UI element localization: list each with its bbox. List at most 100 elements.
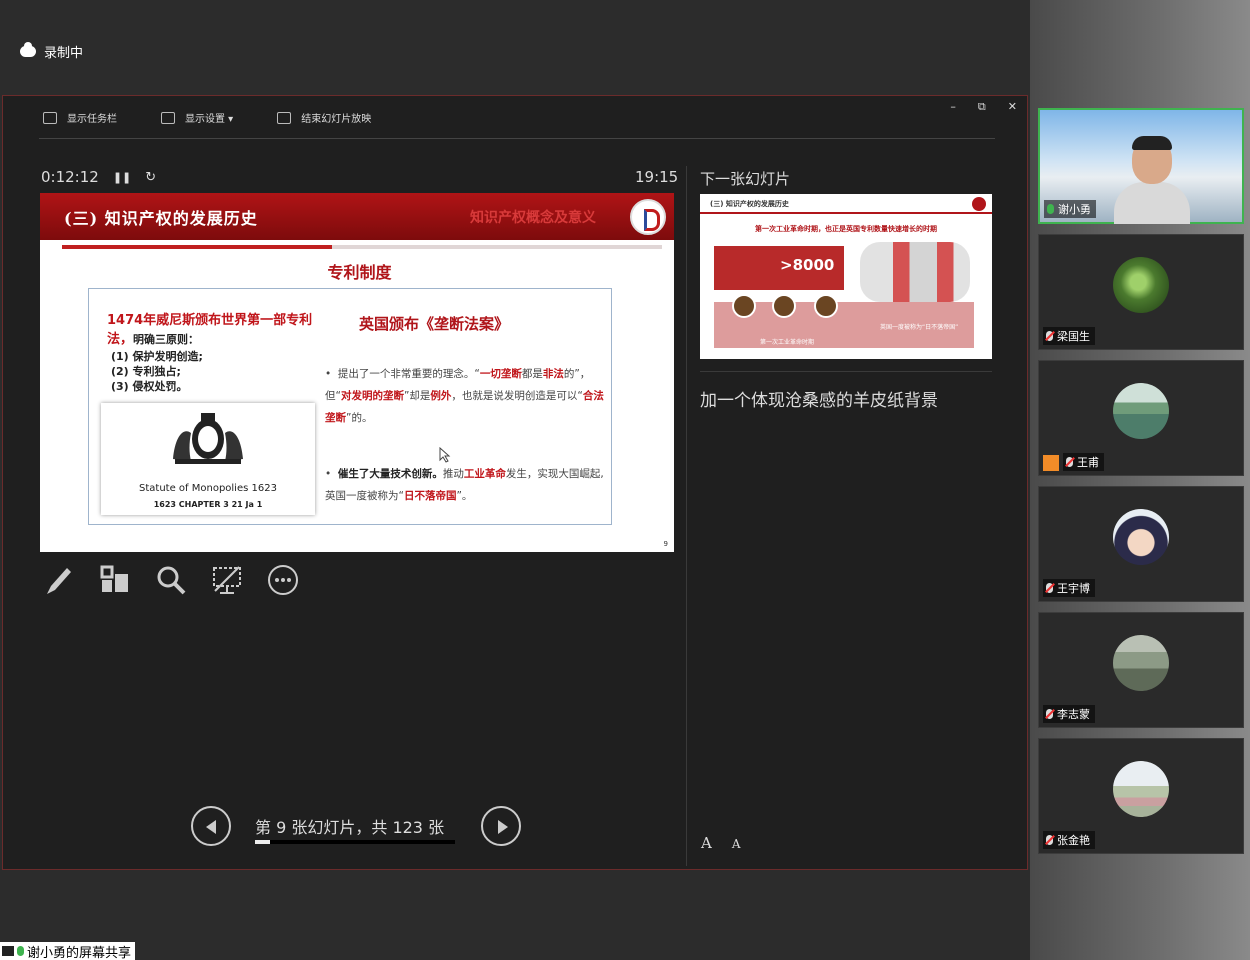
see-all-slides-icon[interactable]	[99, 564, 131, 596]
participant-panel: 谢小勇 梁国生 王甫 王宇博 李志蒙 张金艳	[1030, 0, 1250, 960]
bullet-2: • 催生了大量技术创新。推动工业革命发生，实现大国崛起,英国一度被称为“日不落帝…	[325, 468, 604, 502]
bullet-emphasis: 对发明的垄断	[340, 390, 404, 402]
pane-divider	[686, 166, 687, 866]
participant-name: 梁国生	[1057, 330, 1090, 343]
avatar	[1113, 383, 1169, 439]
bullet-emphasis: 非法	[542, 368, 564, 380]
participant-name: 张金艳	[1057, 834, 1090, 847]
bullet-emphasis: 一切垄断	[479, 368, 522, 380]
avatar	[1113, 635, 1169, 691]
statute-heading: 英国颁布《垄断法案》	[359, 315, 510, 333]
avatar	[1113, 257, 1169, 313]
pen-icon[interactable]	[43, 564, 75, 596]
next-slide-subtitle: 第一次工业革命时期，也正是英国专利数量快速增长的时期	[755, 225, 937, 233]
black-screen-icon[interactable]	[211, 564, 243, 596]
mic-muted-icon	[1066, 457, 1073, 467]
slide-navigation: 第 9 张幻灯片，共 123 张	[191, 806, 521, 846]
bullet-text: ”却是	[403, 390, 431, 402]
royal-crest-icon	[173, 413, 243, 464]
decrease-font-button[interactable]: A	[732, 837, 741, 852]
slide-progress-bar	[255, 840, 455, 844]
elapsed-time: 0:12:12	[41, 168, 99, 186]
taskbar-icon	[43, 111, 57, 124]
participant-tile[interactable]: 王甫	[1038, 360, 1244, 476]
bullet-emphasis: 工业革命	[463, 468, 506, 480]
bullet-text: 提出了一个非常重要的理念。“	[337, 368, 480, 380]
notes-divider	[700, 371, 992, 372]
slide-counter: 第 9 张幻灯片，共 123 张	[255, 814, 457, 844]
display-settings-button[interactable]: 显示设置 ▾	[161, 110, 233, 125]
slide-tools	[43, 564, 299, 596]
font-size-controls: A A	[701, 834, 741, 852]
participant-tile[interactable]: 张金艳	[1038, 738, 1244, 854]
end-slideshow-icon	[277, 111, 292, 124]
recording-indicator[interactable]: 录制中	[20, 42, 83, 61]
display-settings-label: 显示设置 ▾	[185, 114, 234, 125]
more-options-icon[interactable]	[267, 564, 299, 596]
next-slide-preview[interactable]: (三) 知识产权的发展历史 第一次工业革命时期，也正是英国专利数量快速增长的时期…	[700, 194, 992, 359]
next-slide-caption: 英国一度被称为“日不落帝国”	[880, 324, 959, 331]
zoom-icon[interactable]	[155, 564, 187, 596]
participant-name: 李志蒙	[1057, 708, 1090, 721]
principle-item: (2) 专利独占;	[111, 365, 181, 378]
bullet-1: • 提出了一个非常重要的理念。“一切垄断都是非法的”，但“对发明的垄断”却是例外…	[325, 368, 604, 424]
screen-share-label[interactable]: 谢小勇的屏幕共享	[0, 942, 136, 960]
previous-slide-button[interactable]	[191, 806, 231, 846]
maximize-button[interactable]: ⧉	[978, 100, 986, 114]
principle-item: (1) 保护发明创造;	[111, 350, 203, 363]
participant-name-tag: 王甫	[1063, 453, 1104, 471]
presenter-toolbar: 显示任务栏 显示设置 ▾ 结束幻灯片放映	[43, 110, 371, 125]
toolbar-divider	[39, 138, 995, 139]
logo-icon	[630, 199, 666, 235]
slideshow-timer: 0:12:12 ❚❚ ↻	[41, 168, 156, 186]
restart-icon[interactable]: ↻	[145, 170, 156, 185]
increase-font-button[interactable]: A	[701, 834, 712, 852]
bullet-text: ”。	[456, 490, 473, 502]
next-slide-button[interactable]	[481, 806, 521, 846]
clock: 19:15	[635, 168, 679, 186]
principles-list: (1) 保护发明创造; (2) 专利独占; (3) 侵权处罚。	[111, 349, 203, 394]
slide-counter-text: 第 9 张幻灯片，共 123 张	[255, 818, 445, 837]
next-slide-big-number: >8000	[780, 256, 835, 274]
participant-video	[1114, 136, 1190, 224]
participant-name-tag: 张金艳	[1043, 831, 1095, 849]
industrial-photo	[814, 294, 838, 318]
participant-tile[interactable]: 王宇博	[1038, 486, 1244, 602]
mic-on-icon	[1047, 204, 1054, 214]
world-map-image	[860, 242, 970, 302]
close-button[interactable]: ✕	[1008, 100, 1017, 114]
principle-item: (3) 侵权处罚。	[111, 380, 188, 393]
slide-progress-fill	[255, 840, 270, 844]
participant-name-tag: 梁国生	[1043, 327, 1095, 345]
bullet-text: ”的。	[346, 412, 373, 424]
next-slide-caption: 第一次工业革命时期	[760, 339, 815, 346]
bullet-emphasis: 日不落帝国	[403, 490, 457, 502]
next-slide-title: (三) 知识产权的发展历史	[700, 194, 992, 214]
participant-name-tag: 谢小勇	[1044, 200, 1096, 218]
pause-icon[interactable]: ❚❚	[113, 171, 131, 184]
participant-tile[interactable]: 李志蒙	[1038, 612, 1244, 728]
mouse-cursor-icon	[439, 447, 451, 463]
participant-tile-active[interactable]: 谢小勇	[1038, 108, 1244, 224]
end-slideshow-button[interactable]: 结束幻灯片放映	[277, 110, 371, 125]
participant-tile[interactable]: 梁国生	[1038, 234, 1244, 350]
speaker-notes: 加一个体现沧桑感的羊皮纸背景	[700, 391, 938, 411]
minimize-button[interactable]: –	[950, 100, 956, 114]
display-settings-icon	[161, 111, 175, 124]
mic-on-icon	[17, 946, 24, 956]
screen-share-text: 谢小勇的屏幕共享	[27, 945, 132, 960]
mic-muted-icon	[1046, 583, 1053, 593]
window-controls: – ⧉ ✕	[950, 100, 1017, 114]
bullet-text: ，也就是说发明创造是可以“	[451, 390, 583, 402]
bullet-text: 都是	[521, 368, 543, 380]
show-taskbar-button[interactable]: 显示任务栏	[43, 110, 117, 125]
person-body	[1114, 182, 1190, 224]
slide-title: (三) 知识产权的发展历史	[64, 209, 258, 228]
avatar	[1113, 761, 1169, 817]
slide-subtitle: 专利制度	[327, 263, 392, 282]
meeting-window: 录制中 显示任务栏 显示设置 ▾ 结束幻灯片放映 – ⧉ ✕ 0:12:12 ❚…	[0, 0, 1250, 960]
bullet-lead: 催生了大量技术创新。	[337, 468, 443, 480]
slide-content-box: 1474年威尼斯颁布世界第一部专利法，明确三原则： (1) 保护发明创造; (2…	[88, 288, 612, 525]
participant-name-tag: 李志蒙	[1043, 705, 1095, 723]
statute-image: Statute of Monopolies 1623 1623 CHAPTER …	[101, 403, 315, 515]
